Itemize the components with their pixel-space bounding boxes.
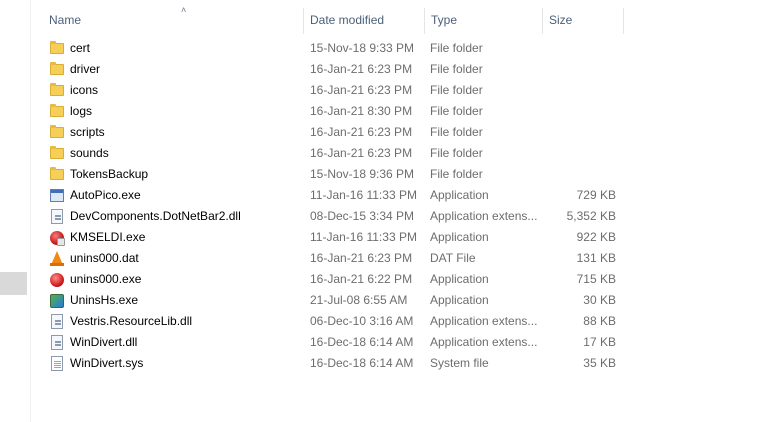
folder-icon <box>50 167 66 183</box>
navigation-pane-scroll-handle[interactable] <box>0 272 27 295</box>
file-size <box>513 122 616 143</box>
file-row[interactable]: AutoPico.exe 11-Jan-16 11:33 PM Applicatio… <box>43 185 624 206</box>
file-date-modified: 15-Nov-18 9:33 PM <box>310 41 415 55</box>
kms-app-icon <box>50 230 66 246</box>
column-header-size-label: Size <box>549 13 573 27</box>
file-row[interactable]: WinDivert.dll 16-Dec-18 6:14 AM Applicatio… <box>43 332 624 353</box>
vlc-file-icon <box>50 251 66 267</box>
file-name: driver <box>70 62 101 76</box>
file-date-modified: 16-Jan-21 6:22 PM <box>310 272 413 286</box>
file-size: 922 KB <box>576 230 616 244</box>
file-name: icons <box>70 83 99 97</box>
file-list: Name ˄ Date modified Type Size cert 15-No… <box>31 0 757 422</box>
system-file-icon <box>50 356 66 372</box>
column-header-date-label: Date modified <box>310 13 385 27</box>
file-date-modified: 15-Nov-18 9:36 PM <box>310 167 415 181</box>
file-date-modified: 21-Jul-08 6:55 AM <box>310 293 408 307</box>
file-name: UninsHs.exe <box>70 293 139 307</box>
file-size <box>513 101 616 122</box>
file-date-modified: 06-Dec-10 3:16 AM <box>310 314 414 328</box>
application-icon <box>50 188 66 204</box>
folder-icon <box>50 41 66 57</box>
file-name: TokensBackup <box>70 167 149 181</box>
navigation-pane <box>0 0 31 422</box>
file-size <box>513 59 616 80</box>
column-header-row: Name ˄ Date modified Type Size <box>31 5 624 34</box>
file-size: 35 KB <box>583 356 616 370</box>
file-size: 5,352 KB <box>566 209 616 223</box>
file-row[interactable]: driver 16-Jan-21 6:23 PM File folder <box>43 59 624 80</box>
file-row[interactable]: logs 16-Jan-21 8:30 PM File folder <box>43 101 624 122</box>
file-name: KMSELDI.exe <box>70 230 146 244</box>
file-size: 131 KB <box>576 251 616 265</box>
uninshs-app-icon <box>50 293 66 309</box>
file-name: sounds <box>70 146 109 160</box>
file-size: 715 KB <box>576 272 616 286</box>
file-name: cert <box>70 41 91 55</box>
folder-icon <box>50 104 66 120</box>
file-date-modified: 16-Jan-21 6:23 PM <box>310 146 413 160</box>
file-name: WinDivert.dll <box>70 335 138 349</box>
file-date-modified: 11-Jan-16 11:33 PM <box>310 230 417 244</box>
file-row[interactable]: DevComponents.DotNetBar2.dll 08-Dec-15 3:… <box>43 206 624 227</box>
file-size <box>513 80 616 101</box>
file-row[interactable]: unins000.exe 16-Jan-21 6:22 PM Application… <box>43 269 624 290</box>
column-header-name-label: Name <box>49 13 82 27</box>
folder-icon <box>50 62 66 78</box>
file-name: unins000.exe <box>70 272 142 286</box>
folder-icon <box>50 146 66 162</box>
file-size: 17 KB <box>583 335 616 349</box>
uninstaller-icon <box>50 272 66 288</box>
column-header-size[interactable]: Size <box>543 8 624 34</box>
file-date-modified: 11-Jan-16 11:33 PM <box>310 188 417 202</box>
file-date-modified: 16-Dec-18 6:14 AM <box>310 356 414 370</box>
folder-icon <box>50 83 66 99</box>
file-size: 88 KB <box>583 314 616 328</box>
file-size <box>513 143 616 164</box>
file-date-modified: 16-Dec-18 6:14 AM <box>310 335 414 349</box>
file-row[interactable]: scripts 16-Jan-21 6:23 PM File folder <box>43 122 624 143</box>
file-name: AutoPico.exe <box>70 188 141 202</box>
file-name: DevComponents.DotNetBar2.dll <box>70 209 241 223</box>
file-row[interactable]: UninsHs.exe 21-Jul-08 6:55 AM Application 3… <box>43 290 624 311</box>
file-row[interactable]: WinDivert.sys 16-Dec-18 6:14 AM System fil… <box>43 353 624 374</box>
dll-icon <box>50 209 66 225</box>
file-name: WinDivert.sys <box>70 356 144 370</box>
file-date-modified: 16-Jan-21 6:23 PM <box>310 125 413 139</box>
file-size: 729 KB <box>576 188 616 202</box>
column-header-type-label: Type <box>431 13 458 27</box>
column-header-name[interactable]: Name ˄ <box>43 5 304 34</box>
file-name: scripts <box>70 125 105 139</box>
file-name: unins000.dat <box>70 251 139 265</box>
dll-icon <box>50 335 66 351</box>
file-date-modified: 16-Jan-21 8:30 PM <box>310 104 413 118</box>
file-date-modified: 08-Dec-15 3:34 PM <box>310 209 415 223</box>
file-size <box>513 38 616 59</box>
file-row[interactable]: sounds 16-Jan-21 6:23 PM File folder <box>43 143 624 164</box>
file-row[interactable]: unins000.dat 16-Jan-21 6:23 PM DAT File 131… <box>43 248 624 269</box>
file-date-modified: 16-Jan-21 6:23 PM <box>310 83 413 97</box>
file-date-modified: 16-Jan-21 6:23 PM <box>310 62 413 76</box>
file-row[interactable]: TokensBackup 15-Nov-18 9:36 PM File folder <box>43 164 624 185</box>
column-header-date-modified[interactable]: Date modified <box>304 8 425 34</box>
file-size: 30 KB <box>583 293 616 307</box>
file-row[interactable]: cert 15-Nov-18 9:33 PM File folder <box>43 38 624 59</box>
file-date-modified: 16-Jan-21 6:23 PM <box>310 251 413 265</box>
file-name: logs <box>70 104 93 118</box>
file-row[interactable]: Vestris.ResourceLib.dll 06-Dec-10 3:16 AM… <box>43 311 624 332</box>
file-name: Vestris.ResourceLib.dll <box>70 314 193 328</box>
column-header-type[interactable]: Type <box>425 8 543 34</box>
file-row[interactable]: KMSELDI.exe 11-Jan-16 11:33 PM Application… <box>43 227 624 248</box>
file-size <box>513 164 616 185</box>
dll-icon <box>50 314 66 330</box>
folder-icon <box>50 125 66 141</box>
file-row[interactable]: icons 16-Jan-21 6:23 PM File folder <box>43 80 624 101</box>
chevron-up-icon: ˄ <box>181 5 187 15</box>
